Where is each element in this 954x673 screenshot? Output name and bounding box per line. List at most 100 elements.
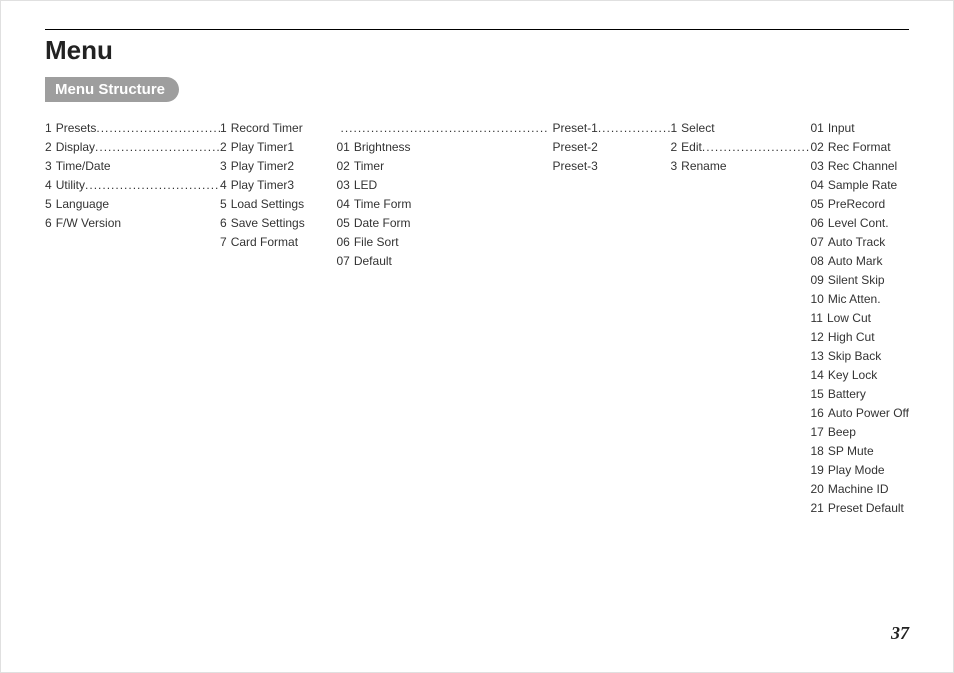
item-label: High Cut — [828, 328, 875, 347]
leader-dots: ........................................… — [340, 119, 548, 138]
divider — [45, 29, 909, 30]
item-label: Brightness — [354, 138, 411, 157]
item-number: 07 — [336, 252, 353, 271]
column-2: 1Record Timer2Play Timer13Play Timer24Pl… — [220, 119, 336, 518]
item-label: Auto Track — [828, 233, 885, 252]
item-label: Language — [56, 195, 109, 214]
menu-item: 6F/W Version — [45, 214, 220, 233]
leader-dots: ........................................… — [702, 138, 811, 157]
item-label: Key Lock — [828, 366, 877, 385]
item-label: Default — [354, 252, 392, 271]
item-label: Load Settings — [231, 195, 304, 214]
item-label: Time Form — [354, 195, 412, 214]
menu-item: 16Auto Power Off — [810, 404, 909, 423]
item-label: SP Mute — [828, 442, 874, 461]
menu-item: 21Preset Default — [810, 499, 909, 518]
menu-item: Preset-2 — [548, 138, 670, 157]
item-label: Battery — [828, 385, 866, 404]
menu-item: 07Default — [336, 252, 548, 271]
item-number: 11 — [810, 309, 826, 328]
item-label: PreRecord — [828, 195, 885, 214]
item-number: 05 — [810, 195, 827, 214]
item-number: 3 — [220, 157, 231, 176]
item-number: 04 — [336, 195, 353, 214]
item-number: 5 — [45, 195, 56, 214]
menu-item: 18SP Mute — [810, 442, 909, 461]
menu-item: 15Battery — [810, 385, 909, 404]
item-label: Select — [681, 119, 714, 138]
menu-item: 20Machine ID — [810, 480, 909, 499]
item-label: Time/Date — [56, 157, 111, 176]
menu-item: 06File Sort — [336, 233, 548, 252]
menu-item: 7Card Format — [220, 233, 336, 252]
column-3: ........................................… — [336, 119, 548, 518]
menu-item: 01Input — [810, 119, 909, 138]
item-number: 5 — [220, 195, 231, 214]
column-4: Preset-1 ...............................… — [548, 119, 670, 518]
item-number: 15 — [810, 385, 827, 404]
item-label: Sample Rate — [828, 176, 897, 195]
menu-item: 03LED — [336, 176, 548, 195]
item-label: Preset-2 — [552, 138, 597, 157]
menu-item: 1Record Timer — [220, 119, 336, 138]
item-number: 01 — [810, 119, 827, 138]
item-label: Preset-3 — [552, 157, 597, 176]
item-label: Low Cut — [827, 309, 871, 328]
menu-item: 5Language — [45, 195, 220, 214]
menu-item: 19Play Mode — [810, 461, 909, 480]
item-label: Auto Mark — [828, 252, 883, 271]
item-label: Rec Channel — [828, 157, 897, 176]
menu-item: Preset-1 ...............................… — [548, 119, 670, 138]
menu-item: 2Play Timer1 — [220, 138, 336, 157]
menu-item: 06Level Cont. — [810, 214, 909, 233]
menu-item: Preset-3 — [548, 157, 670, 176]
menu-item: 04Time Form — [336, 195, 548, 214]
leader-dots: ........................................… — [95, 138, 220, 157]
menu-item: 10Mic Atten. — [810, 290, 909, 309]
item-number: 1 — [670, 119, 681, 138]
menu-item: 1Presets ...............................… — [45, 119, 220, 138]
menu-item: 04Sample Rate — [810, 176, 909, 195]
menu-item: 4Play Timer3 — [220, 176, 336, 195]
item-number: 13 — [810, 347, 827, 366]
item-number: 16 — [810, 404, 827, 423]
item-label: Presets — [56, 119, 97, 138]
column-6: 01Input02Rec Format03Rec Channel04Sample… — [810, 119, 909, 518]
item-number: 2 — [45, 138, 56, 157]
item-number: 08 — [810, 252, 827, 271]
menu-item: 14Key Lock — [810, 366, 909, 385]
menu-item: 13Skip Back — [810, 347, 909, 366]
menu-item: 11Low Cut — [810, 309, 909, 328]
item-number: 10 — [810, 290, 827, 309]
item-number: 20 — [810, 480, 827, 499]
item-label: Display — [56, 138, 95, 157]
leader-dots: ........................................… — [85, 176, 220, 195]
item-label: Silent Skip — [828, 271, 885, 290]
item-number: 6 — [45, 214, 56, 233]
item-number: 3 — [45, 157, 56, 176]
item-label: Play Timer2 — [231, 157, 294, 176]
column-1: 1Presets ...............................… — [45, 119, 220, 518]
item-label: Play Timer1 — [231, 138, 294, 157]
item-number: 1 — [220, 119, 231, 138]
item-label: Record Timer — [231, 119, 303, 138]
item-label: Rec Format — [828, 138, 891, 157]
item-label: Save Settings — [231, 214, 305, 233]
page-title: Menu — [45, 35, 113, 66]
menu-item: 02Timer — [336, 157, 548, 176]
item-number: 1 — [45, 119, 56, 138]
item-number: 05 — [336, 214, 353, 233]
menu-item: 01Brightness — [336, 138, 548, 157]
menu-item: ........................................… — [336, 119, 548, 138]
menu-item: 3Time/Date — [45, 157, 220, 176]
section-heading: Menu Structure — [45, 77, 179, 102]
item-number: 04 — [810, 176, 827, 195]
item-number: 01 — [336, 138, 353, 157]
leader-dots: ........................................… — [96, 119, 220, 138]
item-label: Timer — [354, 157, 384, 176]
item-number: 3 — [670, 157, 681, 176]
item-number: 19 — [810, 461, 827, 480]
item-number: 03 — [336, 176, 353, 195]
item-label: LED — [354, 176, 377, 195]
menu-item: 2Edit ..................................… — [670, 138, 810, 157]
